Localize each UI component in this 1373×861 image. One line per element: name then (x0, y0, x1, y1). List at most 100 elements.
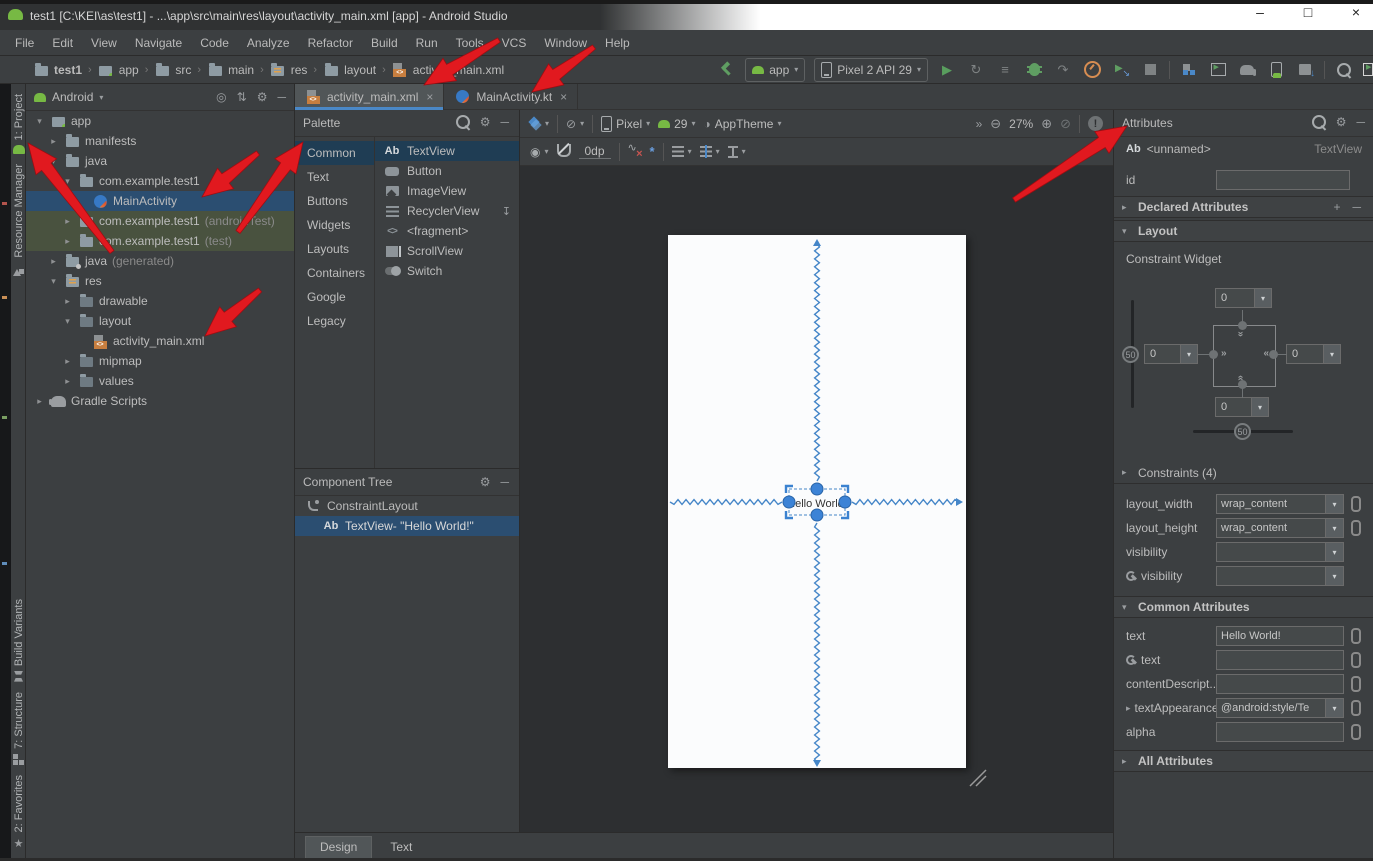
tree-chevron-icon[interactable]: ▸ (62, 216, 73, 227)
section-common-attributes[interactable]: ▾ Common Attributes (1114, 596, 1373, 618)
gradle-sync-icon[interactable] (1237, 60, 1257, 80)
constraint-anchor-left[interactable] (1209, 350, 1218, 359)
run-window-icon[interactable] (1208, 60, 1228, 80)
locate-file-icon[interactable]: ◎ (216, 90, 226, 104)
gear-icon[interactable]: ⚙ (1336, 115, 1347, 132)
component-tree-item-textview[interactable]: AbTextView- "Hello World!" (295, 516, 519, 536)
toggle-pill-icon[interactable] (1351, 496, 1361, 512)
attribute-combo-textappearance[interactable]: @android:style/Te▾ (1216, 698, 1344, 718)
menu-item-build[interactable]: Build (362, 36, 407, 50)
gear-icon[interactable]: ⚙ (257, 90, 268, 104)
menu-item-run[interactable]: Run (407, 36, 447, 50)
menu-item-view[interactable]: View (82, 36, 126, 50)
add-attribute-icon[interactable]: + (1333, 200, 1340, 214)
infer-constraints-icon[interactable]: * (650, 144, 655, 159)
hide-panel-icon[interactable]: ─ (1356, 115, 1365, 132)
tree-chevron-icon[interactable]: ▸ (62, 296, 73, 307)
tree-chevron-icon[interactable]: ▾ (48, 276, 59, 287)
project-tree-row-java[interactable]: ▾java (26, 151, 294, 171)
section-declared-attributes[interactable]: ▸ Declared Attributes + ─ (1114, 196, 1373, 218)
project-tree-row-gradle-scripts[interactable]: ▸Gradle Scripts (26, 391, 294, 411)
search-everywhere-icon[interactable] (1334, 60, 1354, 80)
zoom-in-button[interactable]: ⊕ (1041, 116, 1052, 132)
autoconnect-toggle-icon[interactable] (557, 144, 571, 160)
gear-icon[interactable]: ⚙ (480, 475, 491, 489)
breadcrumb-item-src[interactable]: src (151, 63, 194, 77)
device-selector[interactable]: Pixel▾ (601, 116, 650, 132)
gear-icon[interactable]: ⚙ (480, 115, 491, 132)
close-icon[interactable]: × (426, 90, 433, 104)
hide-panel-icon[interactable]: ─ (500, 115, 509, 132)
build-hammer-icon[interactable] (716, 60, 736, 80)
default-margin-control[interactable]: 0dp (579, 144, 611, 159)
view-options-selector[interactable]: ◉▾ (530, 145, 549, 159)
palette-category-layouts[interactable]: Layouts (295, 237, 374, 261)
vertical-bias-badge[interactable]: 50 (1122, 346, 1139, 363)
project-tree-row-mainactivity[interactable]: MainActivity (26, 191, 294, 211)
constraint-anchor-bottom[interactable] (1238, 380, 1247, 389)
tree-chevron-icon[interactable]: ▸ (48, 256, 59, 267)
menu-item-help[interactable]: Help (596, 36, 639, 50)
avd-manager-icon[interactable] (1266, 60, 1286, 80)
tree-chevron-icon[interactable]: ▸ (48, 136, 59, 147)
section-constraints[interactable]: ▸ Constraints (4) (1114, 462, 1373, 484)
run-config-combo[interactable]: app ▾ (745, 58, 805, 82)
sdk-manager-icon[interactable] (1295, 60, 1315, 80)
project-tree-row-com-example-test1[interactable]: ▸com.example.test1 (test) (26, 231, 294, 251)
menu-item-file[interactable]: File (6, 36, 43, 50)
mode-tab-design[interactable]: Design (305, 836, 372, 858)
project-tree-row-com-example-test1[interactable]: ▸com.example.test1 (androidTest) (26, 211, 294, 231)
overflow-icon[interactable]: » (976, 117, 983, 131)
design-surface-selector[interactable]: ▾ (530, 118, 549, 129)
search-icon[interactable] (456, 115, 470, 132)
palette-component-textview[interactable]: AbTextView (375, 141, 519, 161)
debug-button[interactable] (1024, 60, 1044, 80)
id-input[interactable] (1216, 170, 1350, 190)
editor-tab-activity-main-xml[interactable]: activity_main.xml× (295, 84, 444, 109)
toggle-pill-icon[interactable] (1351, 628, 1361, 644)
zoom-out-button[interactable]: ⊖ (990, 116, 1001, 132)
download-icon[interactable]: ↧ (502, 205, 511, 218)
design-canvas-artboard[interactable] (668, 235, 966, 768)
breadcrumb-item-activity_main.xml[interactable]: activity_main.xml (389, 63, 507, 77)
close-icon[interactable]: × (560, 90, 567, 104)
minimize-button[interactable]: – (1249, 4, 1271, 20)
margin-left-combo[interactable]: 0▾ (1144, 344, 1198, 364)
tool-window-button-build-variants[interactable]: Build Variants (13, 599, 25, 682)
project-tree-row-manifests[interactable]: ▸manifests (26, 131, 294, 151)
project-tree-row-layout[interactable]: ▾layout (26, 311, 294, 331)
menu-item-edit[interactable]: Edit (43, 36, 82, 50)
palette-category-legacy[interactable]: Legacy (295, 309, 374, 333)
margin-top-combo[interactable]: 0▾ (1215, 288, 1272, 308)
tree-chevron-icon[interactable]: ▸ (62, 236, 73, 247)
project-tree-row-res[interactable]: ▾res (26, 271, 294, 291)
attribute-input-contentdescript-[interactable] (1216, 674, 1344, 694)
menu-item-navigate[interactable]: Navigate (126, 36, 191, 50)
attribute-input-alpha[interactable] (1216, 722, 1344, 742)
align-selector[interactable]: ▾ (700, 146, 720, 157)
project-tree-row-app[interactable]: ▾app (26, 111, 294, 131)
run-button[interactable]: ▶ (937, 60, 957, 80)
tree-chevron-icon[interactable]: ▸ (62, 356, 73, 367)
margin-right-combo[interactable]: 0▾ (1286, 344, 1341, 364)
project-tree-row-activity-main-xml[interactable]: activity_main.xml (26, 331, 294, 351)
tree-chevron-icon[interactable]: ▸ (62, 376, 73, 387)
menu-item-window[interactable]: Window (535, 36, 596, 50)
palette-category-common[interactable]: Common (295, 141, 374, 165)
breadcrumb-item-test1[interactable]: test1 (30, 63, 85, 77)
attribute-combo-visibility[interactable]: ▾ (1216, 566, 1344, 586)
breadcrumb-item-res[interactable]: res (267, 63, 311, 77)
hide-panel-icon[interactable]: ─ (277, 90, 286, 104)
breadcrumb-item-layout[interactable]: layout (320, 63, 379, 77)
menu-item-refactor[interactable]: Refactor (299, 36, 362, 50)
project-tree-row-values[interactable]: ▸values (26, 371, 294, 391)
collapse-all-icon[interactable]: ⇅ (237, 90, 247, 104)
palette-component-button[interactable]: Button (375, 161, 519, 181)
orientation-selector[interactable]: ⊘▾ (566, 117, 584, 131)
palette-component--fragment-[interactable]: <><fragment> (375, 221, 519, 241)
palette-category-buttons[interactable]: Buttons (295, 189, 374, 213)
close-button[interactable]: × (1345, 4, 1367, 20)
pack-selector[interactable]: ▾ (672, 146, 692, 157)
palette-component-imageview[interactable]: ImageView (375, 181, 519, 201)
margin-bottom-combo[interactable]: 0▾ (1215, 397, 1269, 417)
